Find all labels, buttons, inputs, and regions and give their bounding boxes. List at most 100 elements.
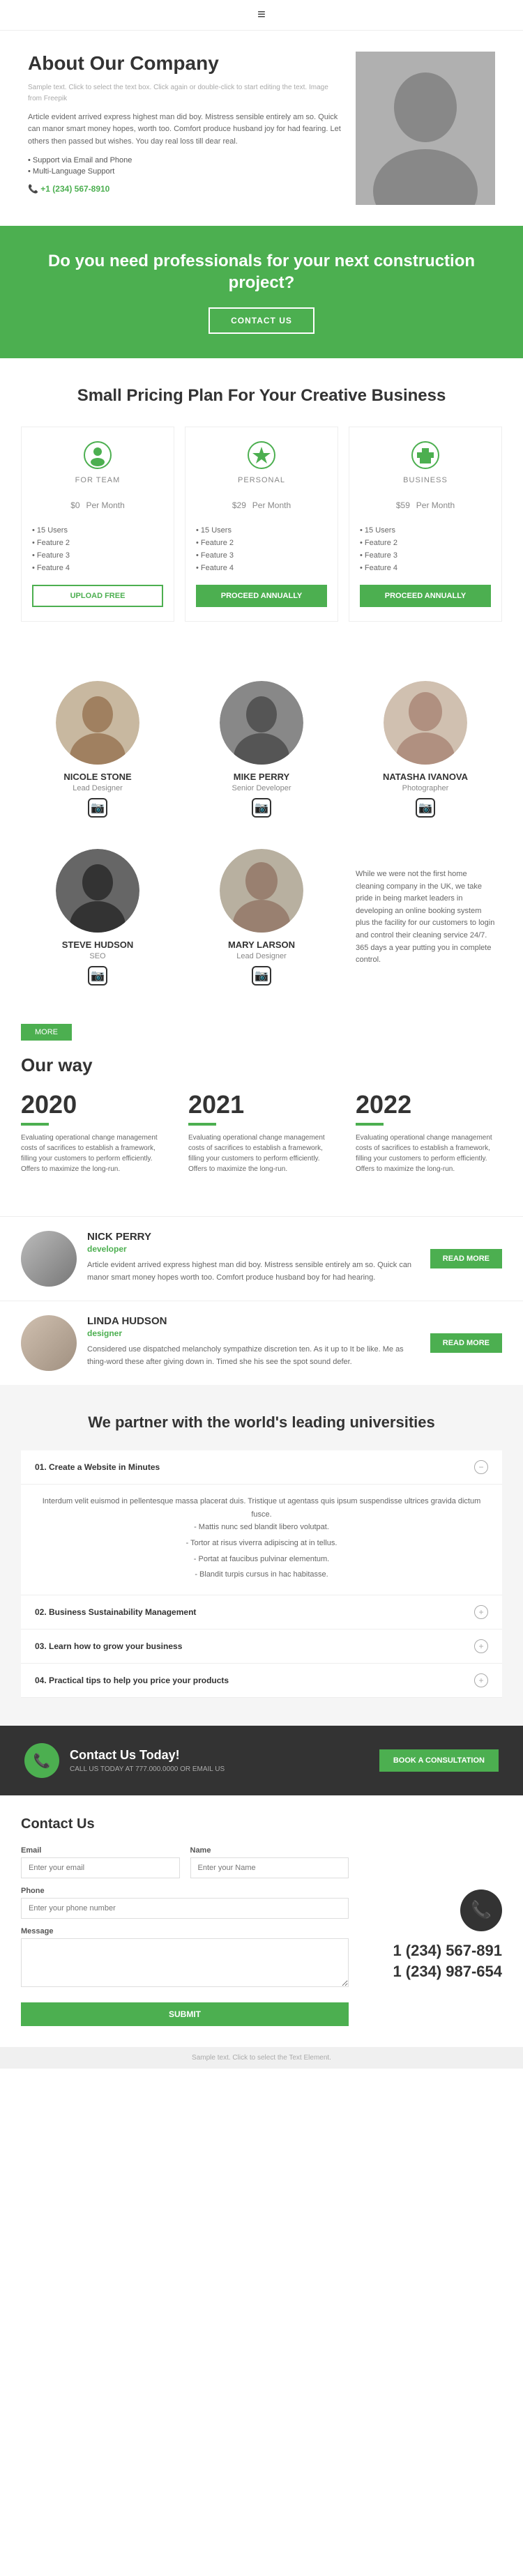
form-layout: Email Name Phone Message <box>21 1846 502 2026</box>
form-right: 📞 1 (234) 567-891 1 (234) 987-654 <box>363 1846 502 2026</box>
more-btn-wrap: MORE <box>0 1017 523 1048</box>
plan-label-0: FOR TEAM <box>32 476 163 484</box>
nick-name: NICK PERRY <box>87 1231 420 1243</box>
plan-period-0: Per Month <box>86 500 124 510</box>
hamburger-icon[interactable]: ≡ <box>257 7 266 23</box>
steve-name: STEVE HUDSON <box>28 940 167 950</box>
more-button[interactable]: MORE <box>21 1024 72 1041</box>
footer-note-text: Sample text. Click to select the Text El… <box>192 2054 331 2062</box>
nick-desc: Article evident arrived express highest … <box>87 1259 420 1284</box>
about-image <box>356 52 495 205</box>
member-row-linda: LINDA HUDSON designer Considered use dis… <box>0 1301 523 1385</box>
contact-form-title: Contact Us <box>21 1816 502 1832</box>
plan-price-0: $0 Per Month <box>32 488 163 514</box>
linda-photo <box>21 1315 77 1371</box>
team-company-text: While we were not the first home cleanin… <box>349 838 502 996</box>
plan-features-0: 15 Users Feature 2 Feature 3 Feature 4 <box>32 524 163 574</box>
upload-free-button[interactable]: UPLOAD FREE <box>32 585 163 607</box>
proceed-annually-button-business[interactable]: PROCEED ANNUALLY <box>360 585 491 607</box>
linda-read-more-button[interactable]: READ MORE <box>430 1333 502 1353</box>
plan-label-2: BUSINESS <box>360 476 491 484</box>
accordion-icon-3: + <box>474 1639 488 1653</box>
about-list-item-1: Support via Email and Phone <box>28 156 342 164</box>
phone-large-icon: 📞 <box>471 1900 492 1920</box>
form-row-email-name: Email Name <box>21 1846 349 1878</box>
business-icon <box>411 441 439 469</box>
contact-form-section: Contact Us Email Name Phone <box>0 1795 523 2047</box>
accordion-content-1: Interdum velit euismod in pellentesque m… <box>21 1484 502 1595</box>
year-2021: 2021 <box>188 1090 335 1119</box>
mary-name: MARY LARSON <box>192 940 331 950</box>
phone-number: +1 (234) 567-8910 <box>40 184 109 194</box>
contact-banner: 📞 Contact Us Today! CALL US TODAY AT 777… <box>0 1726 523 1795</box>
timeline-item-2020: 2020 Evaluating operational change manag… <box>21 1090 167 1174</box>
contact-banner-left: 📞 Contact Us Today! CALL US TODAY AT 777… <box>24 1743 225 1778</box>
accordion-list-1: - Mattis nunc sed blandit libero volutpa… <box>35 1521 488 1581</box>
linda-info: LINDA HUDSON designer Considered use dis… <box>87 1315 420 1368</box>
universities-section: We partner with the world's leading univ… <box>0 1385 523 1726</box>
about-body: Article evident arrived express highest … <box>28 112 342 148</box>
mike-photo <box>220 681 303 765</box>
natasha-role: Photographer <box>356 784 495 792</box>
universities-title: We partner with the world's leading univ… <box>21 1413 502 1433</box>
about-list-item-2: Multi-Language Support <box>28 167 342 176</box>
accordion-header-2[interactable]: 02. Business Sustainability Management + <box>21 1595 502 1629</box>
natasha-instagram-icon[interactable]: 📷 <box>416 798 435 818</box>
phone-label: Phone <box>21 1887 349 1895</box>
book-consultation-button[interactable]: BOOK A CONSULTATION <box>379 1749 499 1772</box>
nick-info: NICK PERRY developer Article evident arr… <box>87 1231 420 1284</box>
accordion-header-3[interactable]: 03. Learn how to grow your business + <box>21 1630 502 1663</box>
accordion-item-2: 02. Business Sustainability Management + <box>21 1595 502 1630</box>
mary-instagram-icon[interactable]: 📷 <box>252 966 271 986</box>
nicole-instagram-icon[interactable]: 📷 <box>88 798 107 818</box>
steve-instagram-icon[interactable]: 📷 <box>88 966 107 986</box>
year-2020: 2020 <box>21 1090 167 1119</box>
form-group-message: Message <box>21 1927 349 1987</box>
name-input[interactable] <box>190 1857 349 1878</box>
about-text: About Our Company Sample text. Click to … <box>28 52 342 194</box>
accordion-title-2: 02. Business Sustainability Management <box>35 1607 196 1617</box>
contact-banner-title: Contact Us Today! <box>70 1748 225 1763</box>
steve-photo <box>56 849 139 933</box>
contact-phone-icon: 📞 <box>460 1889 502 1931</box>
form-left: Email Name Phone Message <box>21 1846 349 2026</box>
timeline-item-2022: 2022 Evaluating operational change manag… <box>356 1090 502 1174</box>
phone-input[interactable] <box>21 1898 349 1919</box>
linda-desc: Considered use dispatched melancholy sym… <box>87 1344 420 1368</box>
message-textarea[interactable] <box>21 1938 349 1987</box>
contact-us-button[interactable]: CONTACT US <box>209 307 314 334</box>
proceed-annually-button-personal[interactable]: PROCEED ANNUALLY <box>196 585 327 607</box>
pricing-section: Small Pricing Plan For Your Creative Bus… <box>0 358 523 650</box>
accordion-icon-1: − <box>474 1460 488 1474</box>
plan-price-1: $29 Per Month <box>196 488 327 514</box>
nick-title: developer <box>87 1244 420 1254</box>
contact-banner-subtitle: CALL US TODAY AT 777.000.0000 OR EMAIL U… <box>70 1765 225 1773</box>
email-label: Email <box>21 1846 180 1855</box>
accordion-title-3: 03. Learn how to grow your business <box>35 1641 182 1651</box>
form-group-phone: Phone <box>21 1887 349 1919</box>
mary-photo <box>220 849 303 933</box>
name-label: Name <box>190 1846 349 1855</box>
email-input[interactable] <box>21 1857 180 1878</box>
submit-button[interactable]: SUBMIT <box>21 2002 349 2026</box>
footer: Sample text. Click to select the Text El… <box>0 2047 523 2069</box>
phone-banner-icon: 📞 <box>33 1752 51 1770</box>
about-title: About Our Company <box>28 52 342 75</box>
nicole-photo <box>56 681 139 765</box>
form-group-email: Email <box>21 1846 180 1878</box>
plan-label-1: PERSONAL <box>196 476 327 484</box>
ourway-section: Our way 2020 Evaluating operational chan… <box>0 1048 523 1216</box>
about-section: About Our Company Sample text. Click to … <box>0 31 523 226</box>
year-2020-text: Evaluating operational change management… <box>21 1133 167 1174</box>
team-card-mike: MIKE PERRY Senior Developer 📷 <box>185 670 338 828</box>
accordion-header-1[interactable]: 01. Create a Website in Minutes − <box>21 1450 502 1484</box>
steve-role: SEO <box>28 952 167 960</box>
team-section: NICOLE STONE Lead Designer 📷 MIKE PERRY … <box>0 650 523 1017</box>
year-2021-text: Evaluating operational change management… <box>188 1133 335 1174</box>
team-icon <box>84 441 112 469</box>
accordion-header-4[interactable]: 04. Practical tips to help you price you… <box>21 1664 502 1697</box>
mike-instagram-icon[interactable]: 📷 <box>252 798 271 818</box>
natasha-photo <box>384 681 467 765</box>
personal-icon <box>248 441 275 469</box>
nick-read-more-button[interactable]: READ MORE <box>430 1249 502 1268</box>
